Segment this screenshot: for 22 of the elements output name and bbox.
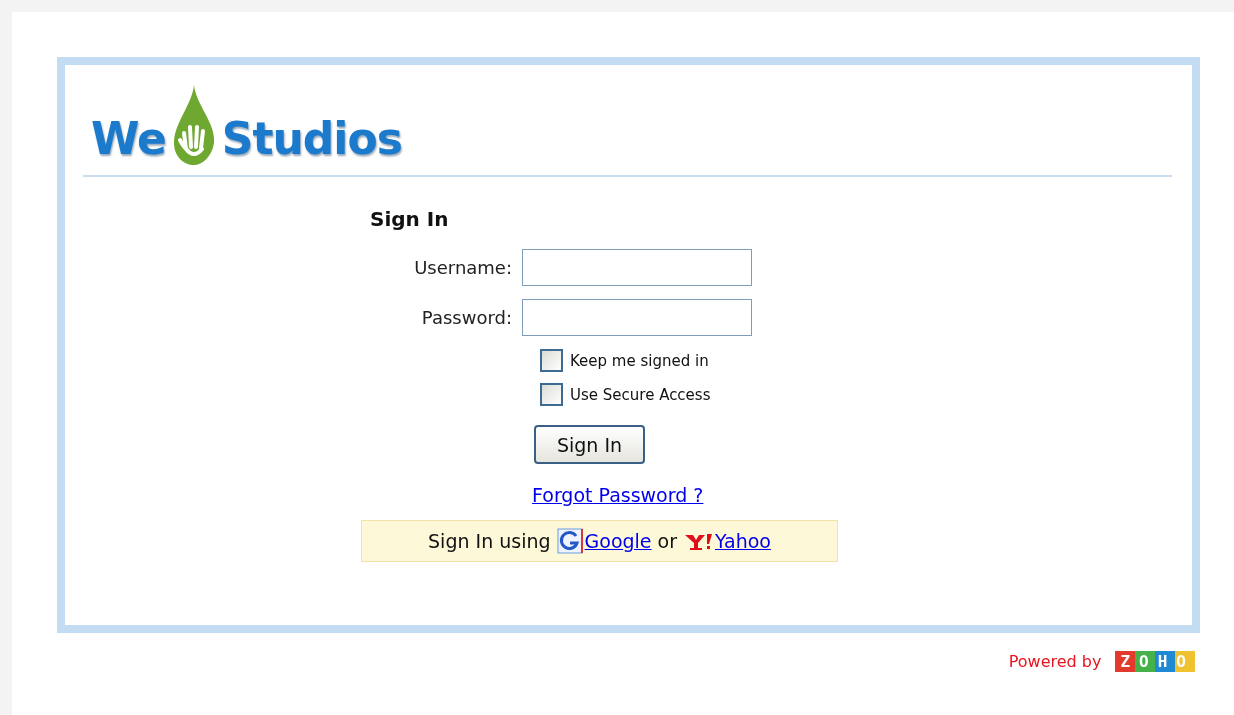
input-field[interactable] bbox=[522, 249, 752, 286]
checkbox[interactable] bbox=[540, 349, 563, 372]
powered-by-text: Powered by bbox=[1008, 652, 1102, 671]
or-text: or bbox=[657, 530, 677, 552]
sign-in-title: Sign In bbox=[370, 207, 450, 231]
input-field[interactable] bbox=[522, 299, 752, 336]
provider-link[interactable]: Yahoo bbox=[715, 530, 771, 552]
field-label: Password: bbox=[420, 307, 513, 328]
y-shape-icon bbox=[683, 531, 713, 551]
brand-logo: ZOHO bbox=[1115, 651, 1195, 672]
logo-text: We bbox=[91, 117, 166, 165]
checkbox-label: Keep me signed in bbox=[570, 351, 709, 370]
sign-in-button[interactable]: Sign In bbox=[534, 425, 645, 464]
field-label: Username: bbox=[413, 257, 513, 278]
logo-text: Studios bbox=[221, 117, 402, 165]
forgot-password-link[interactable]: Forgot Password ? bbox=[532, 484, 704, 506]
alt-sign-in-text: Sign In using bbox=[428, 530, 551, 552]
provider-link[interactable]: Google bbox=[584, 530, 652, 552]
checkbox-label: Use Secure Access bbox=[570, 385, 711, 404]
checkbox[interactable] bbox=[540, 383, 563, 406]
letter-g-icon bbox=[556, 528, 583, 554]
leaf-hand-icon bbox=[171, 85, 216, 165]
